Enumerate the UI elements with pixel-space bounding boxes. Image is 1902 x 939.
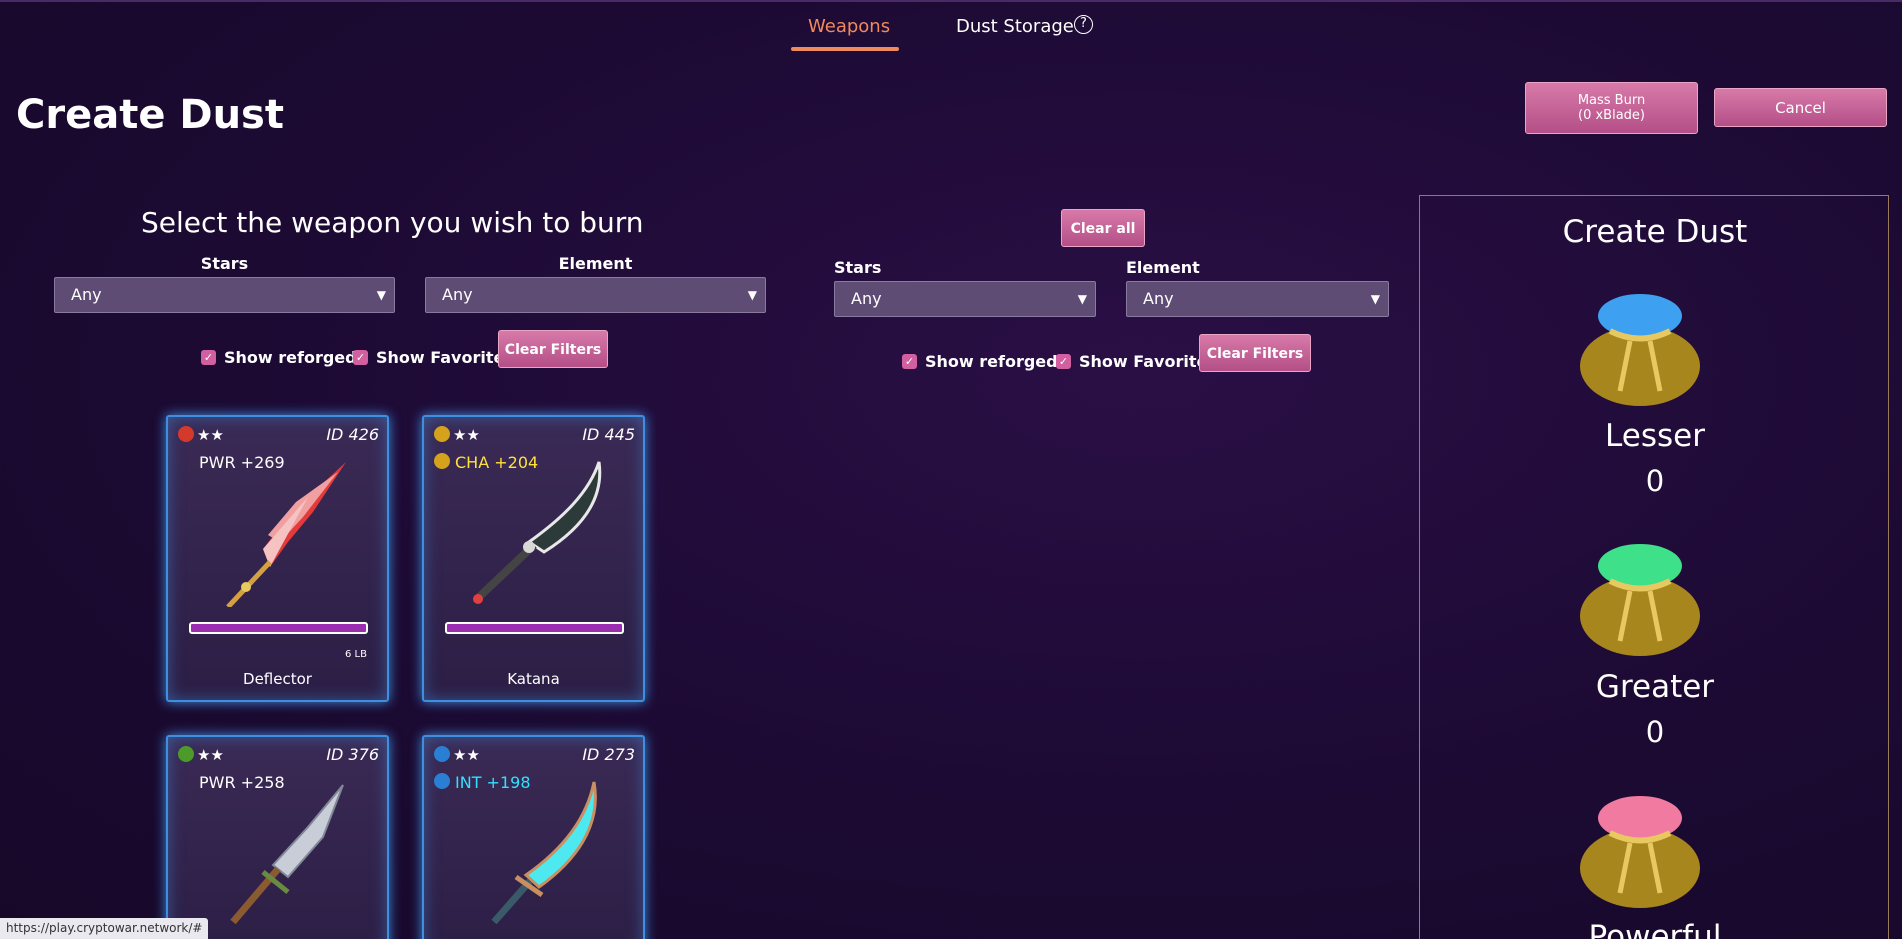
top-tabs: Weapons Dust Storage ? xyxy=(0,0,1902,52)
burn-stars-select-value: Any xyxy=(851,289,882,308)
water-stat-icon xyxy=(434,773,450,789)
earth-element-icon xyxy=(178,746,194,762)
tab-dust-storage[interactable]: Dust Storage xyxy=(956,16,1074,37)
deflector-weapon-image xyxy=(226,462,346,607)
burn-show-reforged-label: Show reforged xyxy=(925,352,1058,371)
weapon-stars: ★★ xyxy=(197,426,224,444)
powerful-dust-sack-icon xyxy=(1580,796,1700,908)
clear-all-button[interactable]: Clear all xyxy=(1061,209,1145,247)
katana-weapon-image xyxy=(473,461,602,604)
fire-element-icon xyxy=(178,426,194,442)
checkbox-checked-icon: ✓ xyxy=(902,354,917,369)
lesser-dust-count: 0 xyxy=(1645,464,1665,498)
show-reforged-checkbox[interactable]: ✓ Show reforged xyxy=(201,348,357,367)
stars-filter-label: Stars xyxy=(200,254,249,273)
burn-stars-filter-label: Stars xyxy=(834,258,882,277)
element-select[interactable]: Any ▼ xyxy=(425,277,766,313)
lesser-dust-sack-icon xyxy=(1580,294,1700,406)
active-tab-underline xyxy=(791,47,899,51)
weapon-stars: ★★ xyxy=(197,746,224,764)
cancel-button[interactable]: Cancel xyxy=(1714,88,1887,127)
lesser-dust-label: Lesser xyxy=(1605,418,1705,454)
checkbox-checked-icon: ✓ xyxy=(353,350,368,365)
burn-element-filter-label: Element xyxy=(1126,258,1200,277)
status-url: https://play.cryptowar.network/# xyxy=(0,918,209,939)
weapon-id: ID 376 xyxy=(326,745,379,764)
weapon-lb: 6 LB xyxy=(345,649,367,660)
burn-stars-select[interactable]: Any ▼ xyxy=(834,281,1096,317)
lightning-stat-icon xyxy=(434,453,450,469)
weapon-id: ID 426 xyxy=(326,425,379,444)
weapon-card[interactable]: ★★ ID 445 CHA +204 Katana xyxy=(422,415,645,702)
water-element-icon xyxy=(434,746,450,762)
weapon-name: Katana xyxy=(507,670,560,688)
chevron-down-icon: ▼ xyxy=(376,288,386,302)
burn-show-favorite-label: Show Favorite xyxy=(1079,352,1208,371)
weapon-name: Deflector xyxy=(243,670,312,688)
greater-dust-count: 0 xyxy=(1645,715,1665,749)
dust-panel-title: Create Dust xyxy=(1562,214,1748,250)
chevron-down-icon: ▼ xyxy=(1370,292,1380,306)
show-favorite-checkbox[interactable]: ✓ Show Favorite xyxy=(353,348,504,367)
weapon-card[interactable]: ★★ ID 426 PWR +269 6 LB Deflector xyxy=(166,415,389,702)
clear-filters-button[interactable]: Clear Filters xyxy=(498,330,608,368)
mass-burn-amount: (0 xBlade) xyxy=(1578,108,1645,123)
mass-burn-button[interactable]: Mass Burn (0 xBlade) xyxy=(1525,82,1698,134)
page-title: Create Dust xyxy=(16,92,284,138)
burn-element-select[interactable]: Any ▼ xyxy=(1126,281,1389,317)
chevron-down-icon: ▼ xyxy=(747,288,757,302)
weapon-card[interactable]: ★★ ID 376 PWR +258 xyxy=(166,735,389,939)
durability-bar xyxy=(445,622,624,634)
greater-dust-sack-icon xyxy=(1580,544,1700,656)
stars-select-value: Any xyxy=(71,285,102,304)
chevron-down-icon: ▼ xyxy=(1077,292,1087,306)
lightning-element-icon xyxy=(434,426,450,442)
burn-show-favorite-checkbox[interactable]: ✓ Show Favorite xyxy=(1056,352,1207,371)
tab-weapons[interactable]: Weapons xyxy=(808,16,890,37)
element-select-value: Any xyxy=(442,285,473,304)
weapon-card[interactable]: ★★ ID 273 INT +198 xyxy=(422,735,645,939)
checkbox-checked-icon: ✓ xyxy=(201,350,216,365)
select-weapon-heading: Select the weapon you wish to burn xyxy=(141,206,644,239)
burn-element-select-value: Any xyxy=(1143,289,1174,308)
show-reforged-label: Show reforged xyxy=(224,348,357,367)
mass-burn-label: Mass Burn xyxy=(1577,93,1646,108)
stars-select[interactable]: Any ▼ xyxy=(54,277,395,313)
greater-dust-label: Greater xyxy=(1595,669,1715,705)
create-dust-panel: Create Dust Lesser 0 Greater 0 Powerful xyxy=(1419,195,1889,939)
weapon-stars: ★★ xyxy=(453,746,480,764)
show-favorite-label: Show Favorite xyxy=(376,348,505,367)
weapon-id: ID 273 xyxy=(582,745,635,764)
powerful-dust-label: Powerful xyxy=(1588,919,1722,939)
help-icon[interactable]: ? xyxy=(1074,15,1093,34)
durability-bar xyxy=(189,622,368,634)
checkbox-checked-icon: ✓ xyxy=(1056,354,1071,369)
cyan-blade-weapon-image xyxy=(491,781,597,925)
burn-show-reforged-checkbox[interactable]: ✓ Show reforged xyxy=(902,352,1058,371)
weapon-stars: ★★ xyxy=(453,426,480,444)
element-filter-label: Element xyxy=(558,254,633,273)
sword-weapon-image xyxy=(230,784,344,925)
weapon-id: ID 445 xyxy=(582,425,635,444)
burn-clear-filters-button[interactable]: Clear Filters xyxy=(1199,334,1311,372)
